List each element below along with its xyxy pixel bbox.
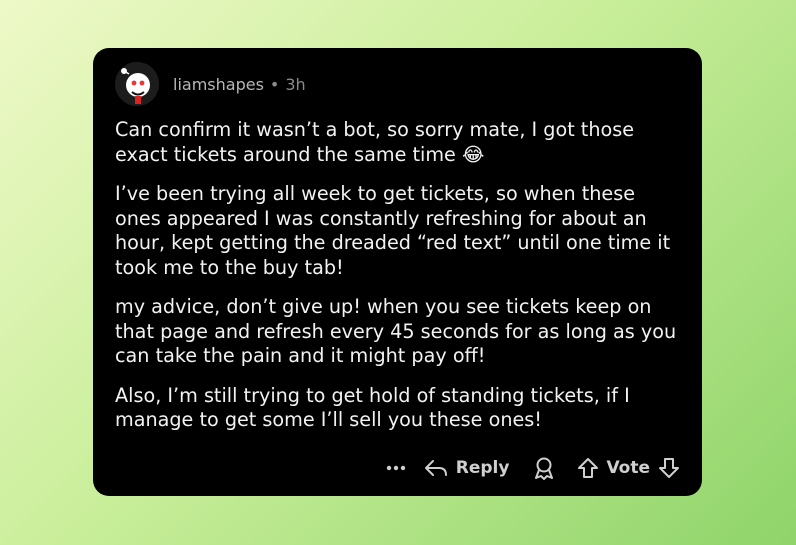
more-options-button[interactable]: [386, 465, 406, 471]
reply-button[interactable]: Reply: [424, 458, 510, 478]
comment-paragraph: Can confirm it wasn’t a bot, so sorry ma…: [115, 118, 635, 166]
snoo-avatar-icon: [115, 62, 159, 106]
reply-arrow-icon: [424, 460, 447, 476]
upvote-button[interactable]: [577, 457, 599, 479]
comment-actions: Reply Vote: [372, 456, 680, 480]
vote-score: Vote: [606, 458, 650, 478]
timestamp[interactable]: 3h: [285, 75, 305, 94]
username[interactable]: liamshapes: [173, 75, 264, 94]
award-icon: [535, 457, 554, 480]
award-button[interactable]: [533, 456, 555, 480]
comment-card: liamshapes • 3h Can confirm it wasn’t a …: [93, 48, 702, 496]
comment-paragraph: Also, I’m still trying to get hold of st…: [115, 383, 630, 432]
more-dots-icon: [386, 465, 405, 471]
meta-separator: •: [269, 74, 280, 94]
comment-paragraph: I’ve been trying all week to get tickets…: [115, 182, 671, 279]
comment-paragraph: my advice, don’t give up! when you see t…: [115, 295, 677, 367]
avatar[interactable]: [115, 62, 159, 106]
upvote-arrow-icon: [578, 458, 599, 478]
comment-body: Can confirm it wasn’t a bot, so sorry ma…: [115, 118, 680, 433]
downvote-arrow-icon: [659, 458, 679, 478]
reply-label: Reply: [455, 458, 510, 478]
comment-header: liamshapes • 3h: [115, 62, 680, 106]
downvote-button[interactable]: [658, 457, 680, 479]
